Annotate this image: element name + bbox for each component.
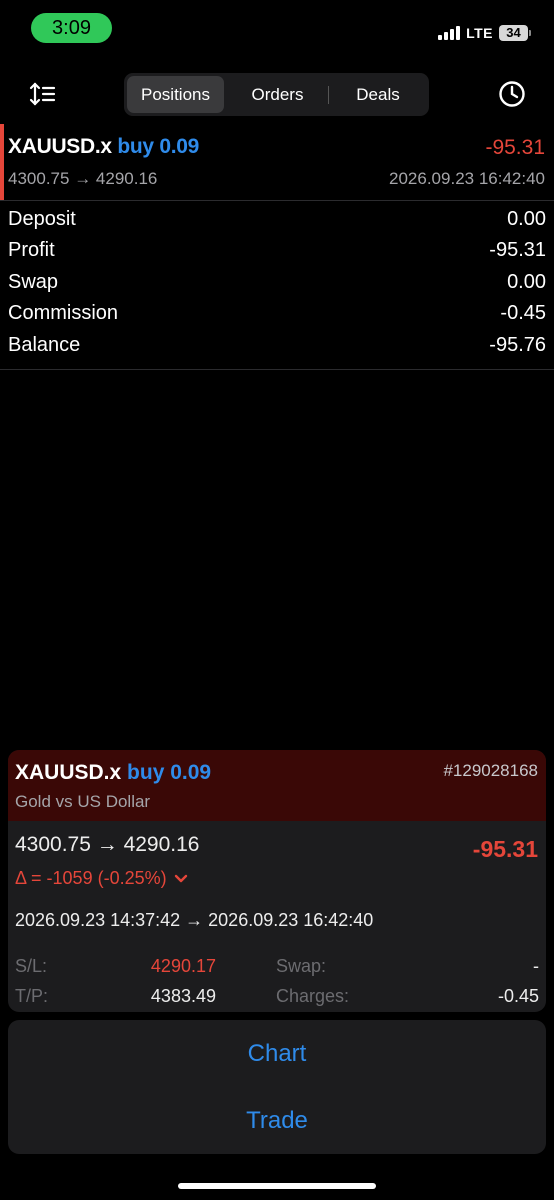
- tab-deals[interactable]: Deals: [330, 76, 426, 113]
- summary-commission: Commission -0.45: [8, 302, 546, 332]
- summary-swap: Swap 0.00: [8, 271, 546, 301]
- home-indicator[interactable]: [178, 1183, 376, 1189]
- charges-value: -0.45: [497, 986, 539, 1006]
- tab-bar: Positions Orders Deals: [124, 73, 429, 116]
- tab-orders[interactable]: Orders: [229, 76, 326, 113]
- trade-button[interactable]: Trade: [8, 1088, 546, 1154]
- summary-value: 0.00: [507, 271, 546, 293]
- position-symbol-line: XAUUSD.x buy 0.09: [8, 135, 199, 159]
- swap-value: -: [533, 956, 539, 976]
- swap-label: Swap:: [276, 956, 327, 976]
- divider: [0, 200, 554, 201]
- summary-label: Deposit: [8, 208, 76, 230]
- signal-icon: [438, 26, 461, 40]
- detail-header: XAUUSD.x buy 0.09 #129028168 Gold vs US …: [8, 750, 546, 821]
- summary-profit: Profit -95.31: [8, 239, 546, 269]
- position-symbol: XAUUSD.x: [8, 135, 112, 158]
- tab-divider: [328, 86, 329, 104]
- summary-deposit: Deposit 0.00: [8, 208, 546, 238]
- summary-value: -95.31: [489, 239, 546, 261]
- tp-label: T/P:: [15, 986, 49, 1006]
- sort-icon[interactable]: [29, 81, 57, 107]
- symbol-description: Gold vs US Dollar: [15, 792, 151, 811]
- price-delta-text: Δ = -1059 (-0.25%): [15, 868, 167, 888]
- summary-label: Balance: [8, 334, 81, 356]
- price-current: 4290.16: [95, 169, 158, 188]
- summary-value: -0.45: [500, 302, 546, 324]
- position-profit: -95.31: [485, 136, 545, 159]
- status-indicators: LTE 34: [438, 23, 531, 43]
- position-detail-card: XAUUSD.x buy 0.09 #129028168 Gold vs US …: [8, 750, 546, 1012]
- chevron-down-icon: [174, 874, 187, 883]
- summary-label: Swap: [8, 271, 59, 293]
- detail-symbol-line: XAUUSD.x buy 0.09: [15, 761, 211, 785]
- open-close-times: 2026.09.23 14:37:42 → 2026.09.23 16:42:4…: [15, 910, 374, 930]
- summary-balance: Balance -95.76: [8, 334, 546, 364]
- network-type: LTE: [466, 25, 493, 41]
- position-datetime: 2026.09.23 16:42:40: [389, 169, 545, 188]
- loss-indicator-bar: [0, 124, 4, 200]
- price-open: 4300.75: [8, 169, 70, 188]
- arrow-right-icon: →: [74, 169, 92, 188]
- divider: [0, 369, 554, 370]
- ticket-number: #129028168: [443, 761, 538, 780]
- detail-symbol: XAUUSD.x: [15, 761, 122, 784]
- detail-profit: -95.31: [472, 836, 538, 862]
- battery-icon: 34: [499, 25, 531, 41]
- sl-value: 4290.17: [150, 956, 216, 976]
- sl-label: S/L:: [15, 956, 48, 976]
- position-prices: 4300.75 → 4290.16: [8, 169, 157, 189]
- chart-button[interactable]: Chart: [8, 1021, 546, 1087]
- charges-label: Charges:: [276, 986, 350, 1006]
- action-sheet: Chart Trade: [8, 1020, 546, 1154]
- tab-positions[interactable]: Positions: [127, 76, 224, 113]
- tp-value: 4383.49: [150, 986, 216, 1006]
- summary-label: Profit: [8, 239, 55, 261]
- price-delta[interactable]: Δ = -1059 (-0.25%): [15, 868, 188, 889]
- position-direction-volume: buy 0.09: [117, 135, 199, 158]
- summary-label: Commission: [8, 302, 119, 324]
- clock-icon[interactable]: [497, 79, 527, 109]
- detail-prices: 4300.75 → 4290.16: [15, 833, 200, 856]
- status-time: 3:09: [31, 13, 112, 43]
- summary-value: 0.00: [507, 208, 546, 230]
- summary-value: -95.76: [489, 334, 546, 356]
- detail-direction-volume: buy 0.09: [127, 761, 212, 784]
- position-row[interactable]: XAUUSD.x buy 0.09 -95.31 4300.75 → 4290.…: [0, 124, 554, 200]
